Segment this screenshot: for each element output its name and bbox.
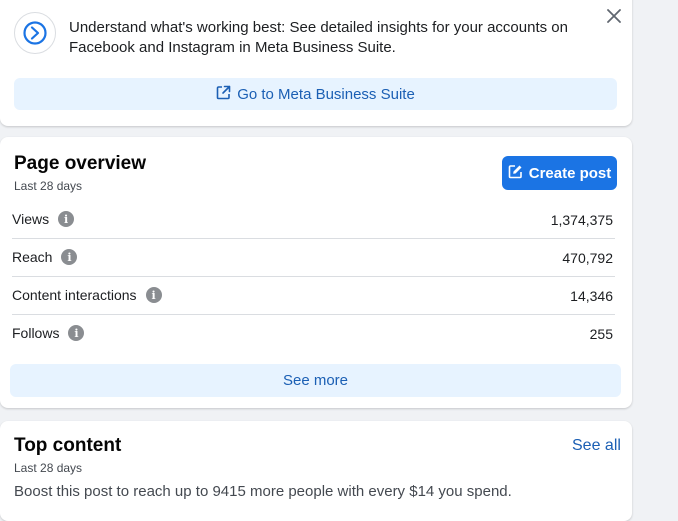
- see-all-link[interactable]: See all: [572, 437, 621, 455]
- banner-message: Understand what's working best: See deta…: [69, 19, 568, 56]
- metric-row-views: Views i 1,374,375: [12, 201, 615, 239]
- metric-row-reach: Reach i 470,792: [12, 239, 615, 277]
- boost-message: Boost this post to reach up to 9415 more…: [14, 483, 512, 500]
- top-content-title: Top content: [14, 435, 122, 456]
- metric-value-reach: 470,792: [562, 250, 613, 266]
- go-to-meta-business-suite-label: Go to Meta Business Suite: [237, 85, 415, 103]
- info-icon[interactable]: i: [61, 249, 78, 265]
- meta-business-suite-icon: [14, 12, 56, 54]
- insights-banner: Understand what's working best: See deta…: [0, 0, 632, 126]
- metric-row-content-interactions: Content interactions i 14,346: [12, 277, 615, 315]
- info-icon[interactable]: i: [68, 325, 85, 341]
- metric-value-content-interactions: 14,346: [570, 288, 613, 304]
- go-to-meta-business-suite-button[interactable]: Go to Meta Business Suite: [14, 78, 617, 110]
- top-content-subtitle: Last 28 days: [14, 461, 83, 475]
- metric-label-reach: Reach: [12, 249, 53, 265]
- close-icon[interactable]: [603, 5, 625, 27]
- metric-value-follows: 255: [589, 326, 613, 342]
- metric-label-content-interactions: Content interactions: [12, 287, 137, 303]
- page-overview-subtitle: Last 28 days: [14, 179, 83, 193]
- metric-value-views: 1,374,375: [550, 212, 613, 228]
- create-post-label: Create post: [528, 164, 612, 182]
- edit-icon: [508, 164, 523, 183]
- metric-row-follows: Follows i 255: [12, 315, 615, 353]
- metric-label-views: Views: [12, 211, 50, 227]
- page-overview-title: Page overview: [14, 153, 147, 174]
- info-icon[interactable]: i: [58, 211, 75, 227]
- info-icon[interactable]: i: [145, 287, 162, 303]
- page-overview-card: Page overview Last 28 days Create post V…: [0, 137, 632, 408]
- metric-label-follows: Follows: [12, 325, 60, 341]
- top-content-card: Top content Last 28 days See all Boost t…: [0, 421, 632, 521]
- see-more-button[interactable]: See more: [10, 364, 621, 397]
- external-link-icon: [216, 85, 231, 104]
- create-post-button[interactable]: Create post: [502, 156, 617, 190]
